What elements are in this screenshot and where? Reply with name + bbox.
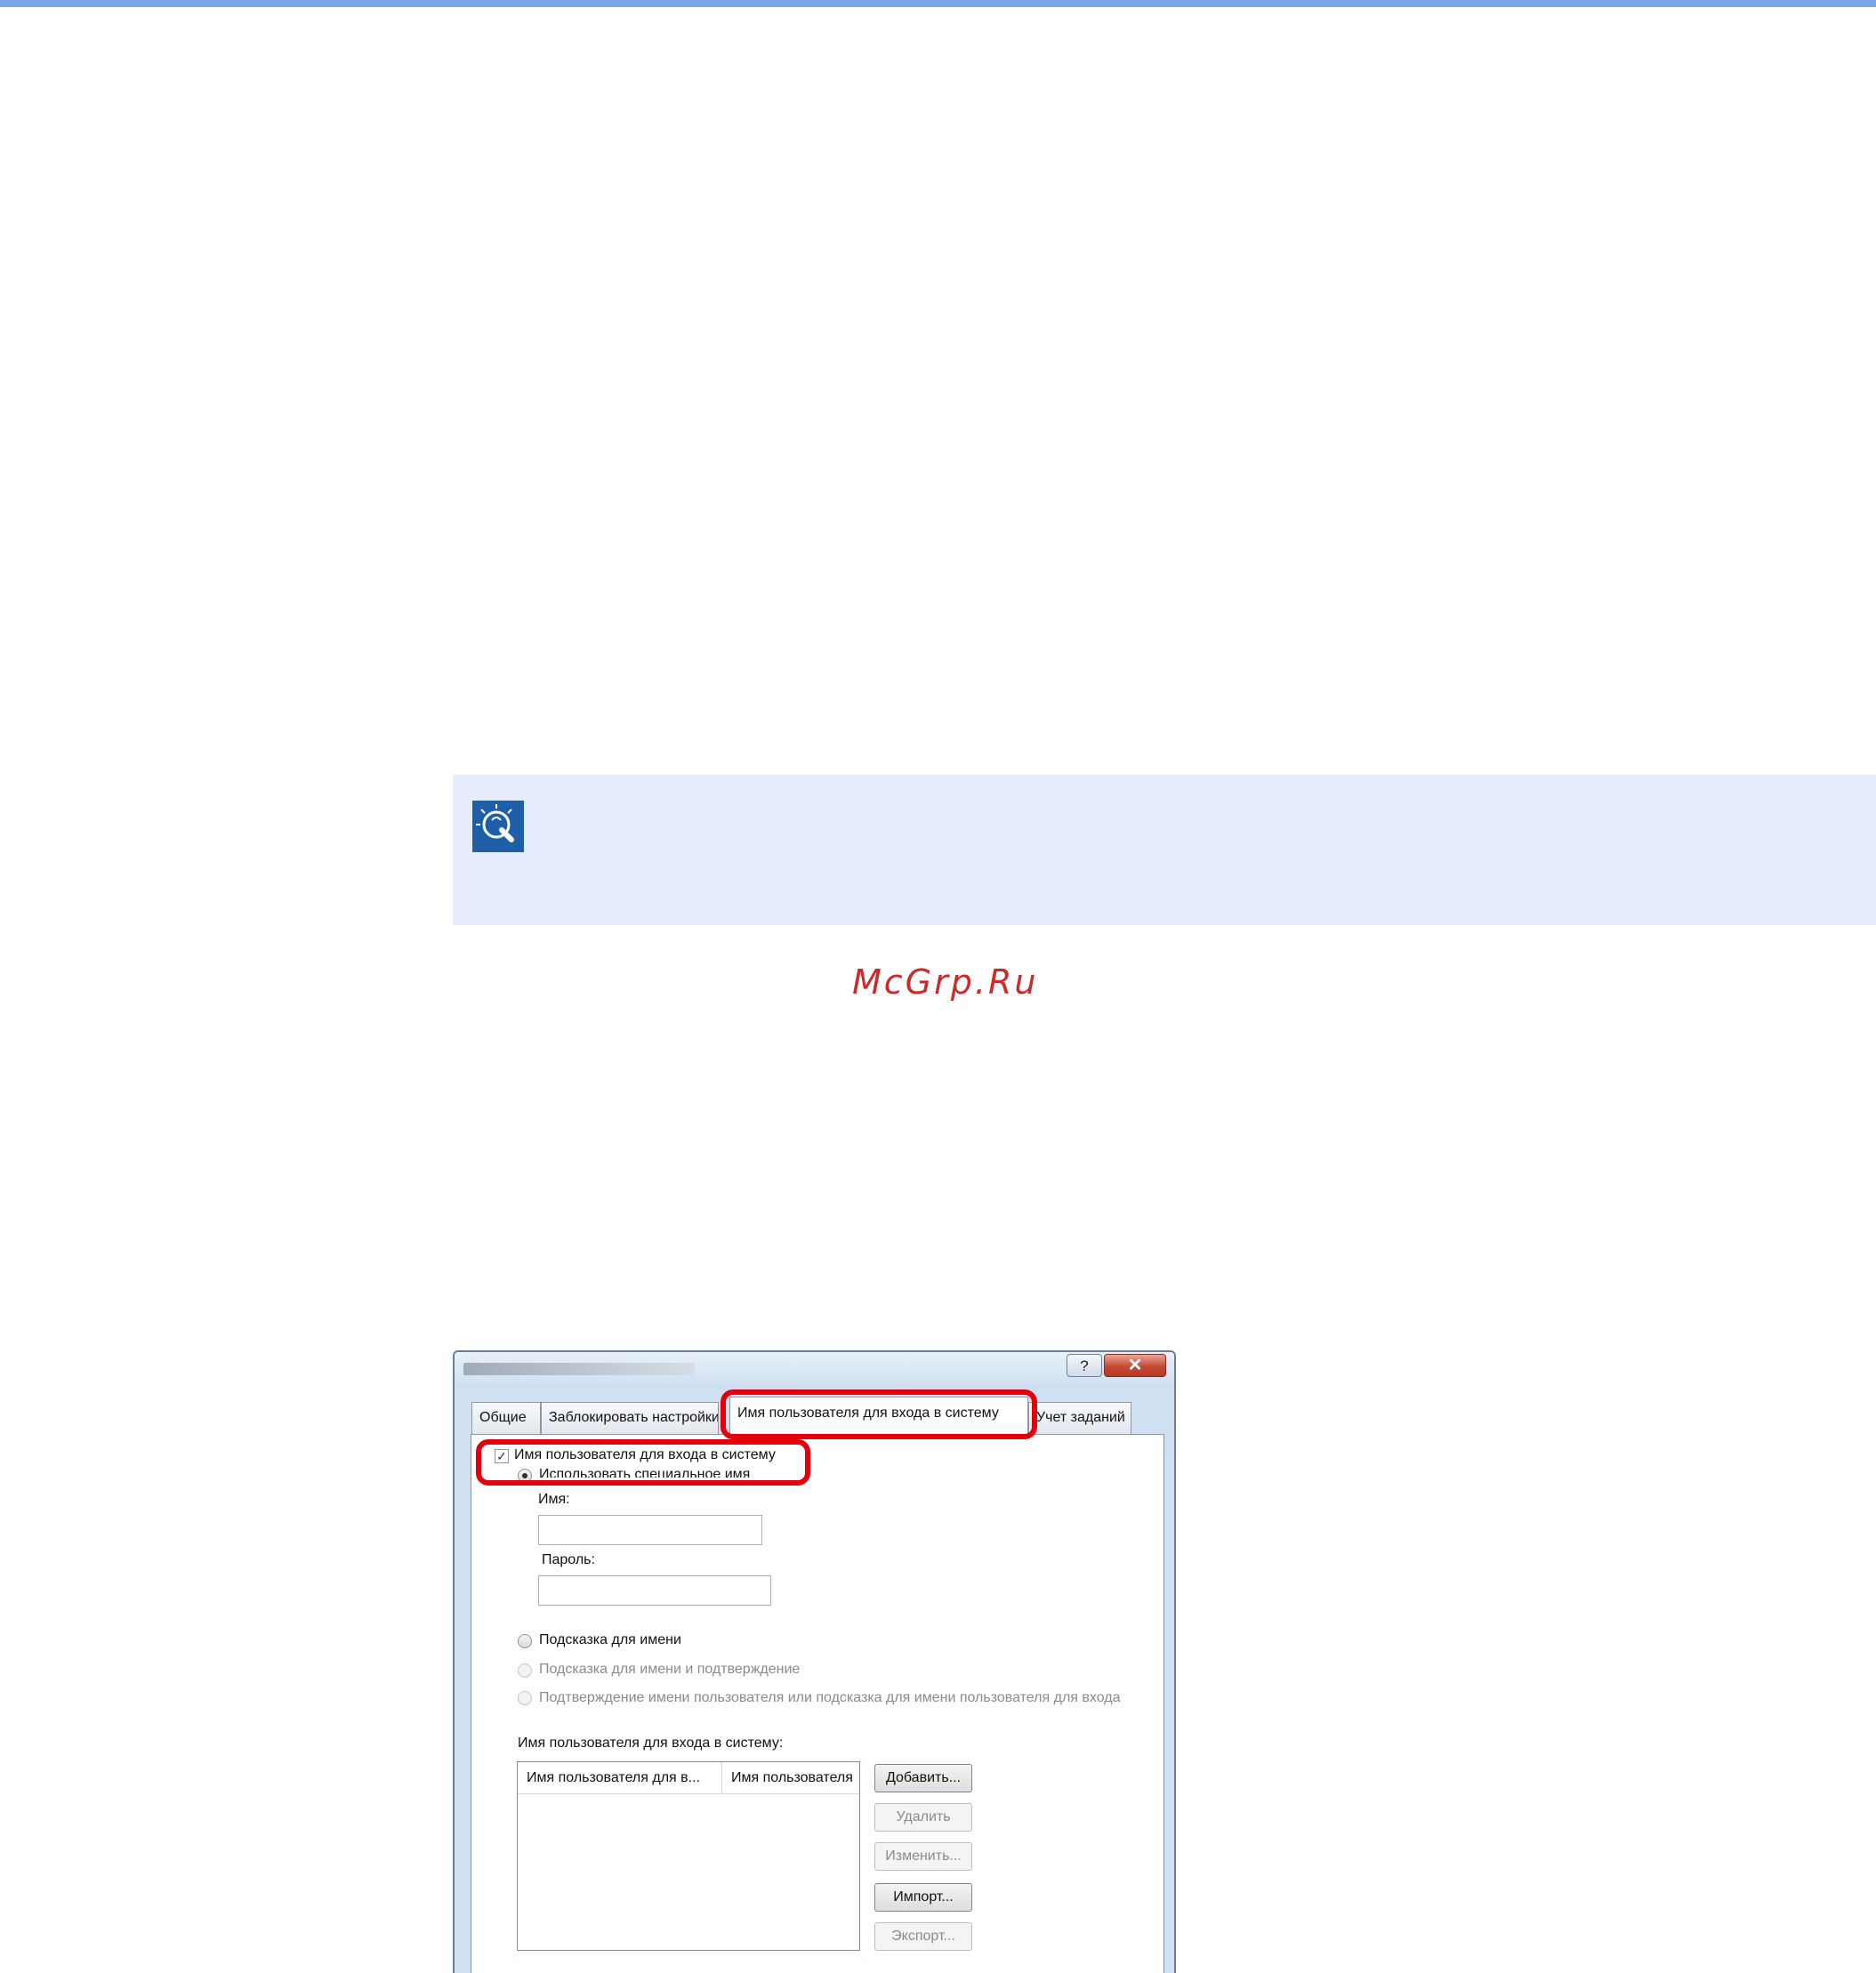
add-button[interactable]: Добавить... (874, 1764, 972, 1792)
radio-verify-or-prompt-label: Подтверждение имени пользователя или под… (539, 1690, 1121, 1705)
tab-lock-settings[interactable]: Заблокировать настройки (541, 1402, 719, 1434)
page-top-accent-bar (0, 0, 1876, 7)
watermark-text: McGrp.Ru (852, 962, 1039, 1002)
import-button[interactable]: Импорт... (874, 1883, 972, 1912)
list-column-header[interactable]: Имя пользователя (722, 1762, 859, 1794)
radio-prompt-confirm-label: Подсказка для имени и подтверждение (539, 1662, 801, 1677)
user-list-caption: Имя пользователя для входа в систему: (518, 1735, 784, 1751)
close-button[interactable]: ✕ (1104, 1354, 1166, 1377)
highlight-frame-tab (721, 1389, 1037, 1439)
radio-prompt-name-label: Подсказка для имени (539, 1632, 681, 1647)
edit-button[interactable]: Изменить... (874, 1842, 972, 1871)
radio-prompt-name[interactable] (518, 1634, 532, 1648)
hint-note-box (453, 775, 1876, 925)
login-settings-dialog: ? ✕ Общие Заблокировать настройки Имя по… (453, 1350, 1176, 1973)
export-button[interactable]: Экспорт... (874, 1922, 972, 1951)
dialog-titlebar: ? ✕ (455, 1352, 1174, 1388)
help-button[interactable]: ? (1067, 1354, 1102, 1377)
delete-button[interactable]: Удалить (874, 1803, 972, 1832)
name-label: Имя: (538, 1492, 570, 1507)
radio-verify-or-prompt[interactable] (518, 1691, 532, 1705)
name-input[interactable] (538, 1515, 762, 1545)
tab-job-accounting[interactable]: Учет заданий (1028, 1402, 1131, 1434)
password-label: Пароль: (542, 1552, 595, 1567)
dialog-title-blurred (463, 1363, 695, 1375)
login-user-list[interactable]: Имя пользователя для в... Имя пользовате… (517, 1761, 860, 1951)
highlight-frame-checkbox (476, 1439, 810, 1486)
lightbulb-hint-icon (472, 801, 524, 852)
list-column-header[interactable]: Имя пользователя для в... (518, 1762, 722, 1794)
radio-prompt-confirm[interactable] (518, 1663, 532, 1678)
tab-general[interactable]: Общие (471, 1402, 541, 1434)
password-input[interactable] (538, 1575, 771, 1606)
